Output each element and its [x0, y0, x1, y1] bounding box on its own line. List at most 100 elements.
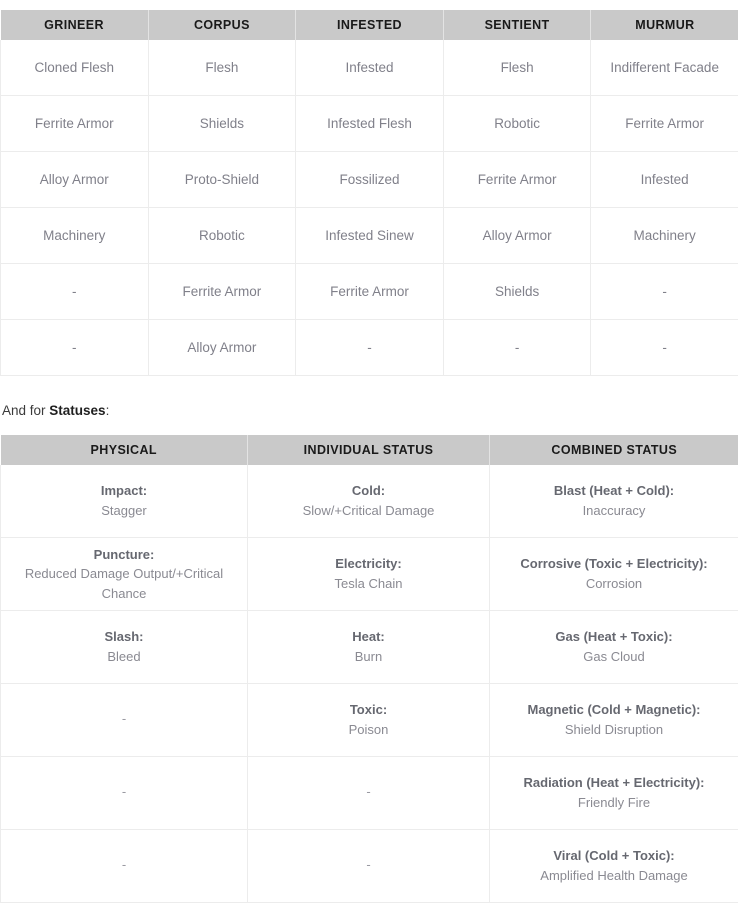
table-cell: - [1, 320, 149, 376]
table-cell: Flesh [148, 40, 296, 96]
table-cell: Cold: Slow/+Critical Damage [248, 465, 490, 538]
table-cell: Machinery [1, 208, 149, 264]
empty-cell-dash: - [9, 783, 239, 802]
paragraph-emphasis: Statuses [49, 403, 105, 418]
column-header-murmur: MURMUR [591, 10, 738, 40]
factions-table-body: Cloned Flesh Flesh Infested Flesh Indiff… [1, 40, 738, 376]
table-cell: Cloned Flesh [1, 40, 149, 96]
table-cell: Electricity: Tesla Chain [248, 537, 490, 610]
status-value: Amplified Health Damage [498, 866, 730, 886]
table-cell: - [248, 756, 490, 829]
status-value: Burn [256, 647, 481, 667]
status-label: Magnetic (Cold + Magnetic): [498, 700, 730, 720]
factions-table-head: GRINEER CORPUS INFESTED SENTIENT MURMUR [1, 10, 738, 40]
table-cell: Robotic [443, 96, 591, 152]
column-header-physical: PHYSICAL [1, 435, 248, 465]
status-effects-table: PHYSICAL INDIVIDUAL STATUS COMBINED STAT… [0, 435, 738, 903]
status-value: Friendly Fire [498, 793, 730, 813]
table-header-row: PHYSICAL INDIVIDUAL STATUS COMBINED STAT… [1, 435, 738, 465]
table-cell: Gas (Heat + Toxic): Gas Cloud [490, 610, 738, 683]
table-row: Alloy Armor Proto-Shield Fossilized Ferr… [1, 152, 738, 208]
table-cell: Viral (Cold + Toxic): Amplified Health D… [490, 829, 738, 902]
column-header-infested: INFESTED [296, 10, 444, 40]
table-cell: Magnetic (Cold + Magnetic): Shield Disru… [490, 683, 738, 756]
status-value: Gas Cloud [498, 647, 730, 667]
table-cell: Infested Sinew [296, 208, 444, 264]
table-cell: - [443, 320, 591, 376]
table-cell: - [591, 320, 738, 376]
table-cell: Proto-Shield [148, 152, 296, 208]
table-row: Slash: Bleed Heat: Burn Gas (Heat + Toxi… [1, 610, 738, 683]
table-row: Puncture: Reduced Damage Output/+Critica… [1, 537, 738, 610]
table-cell: Fossilized [296, 152, 444, 208]
column-header-individual-status: INDIVIDUAL STATUS [248, 435, 490, 465]
table-row: Machinery Robotic Infested Sinew Alloy A… [1, 208, 738, 264]
status-value: Poison [256, 720, 481, 740]
table-cell: Alloy Armor [148, 320, 296, 376]
table-cell: Ferrite Armor [443, 152, 591, 208]
table-row: - Alloy Armor - - - [1, 320, 738, 376]
status-label: Radiation (Heat + Electricity): [498, 773, 730, 793]
table-cell: Flesh [443, 40, 591, 96]
table-cell: Machinery [591, 208, 738, 264]
table-cell: Shields [443, 264, 591, 320]
column-header-combined-status: COMBINED STATUS [490, 435, 738, 465]
table-cell: Shields [148, 96, 296, 152]
table-cell: Slash: Bleed [1, 610, 248, 683]
status-label: Electricity: [256, 554, 481, 574]
paragraph-text-before: And for [2, 403, 49, 418]
status-value: Shield Disruption [498, 720, 730, 740]
empty-cell-dash: - [9, 856, 239, 875]
status-value: Corrosion [498, 574, 730, 594]
status-value: Slow/+Critical Damage [256, 501, 481, 521]
empty-cell-dash: - [256, 856, 481, 875]
table-cell: Corrosive (Toxic + Electricity): Corrosi… [490, 537, 738, 610]
table-cell: Heat: Burn [248, 610, 490, 683]
table-row: Cloned Flesh Flesh Infested Flesh Indiff… [1, 40, 738, 96]
statuses-intro-paragraph: And for Statuses: [2, 402, 738, 421]
status-label: Viral (Cold + Toxic): [498, 846, 730, 866]
table-cell: Impact: Stagger [1, 465, 248, 538]
table-row: Ferrite Armor Shields Infested Flesh Rob… [1, 96, 738, 152]
status-label: Toxic: [256, 700, 481, 720]
column-header-corpus: CORPUS [148, 10, 296, 40]
table-row: - - Radiation (Heat + Electricity): Frie… [1, 756, 738, 829]
table-cell: Radiation (Heat + Electricity): Friendly… [490, 756, 738, 829]
statuses-table-head: PHYSICAL INDIVIDUAL STATUS COMBINED STAT… [1, 435, 738, 465]
table-cell: Blast (Heat + Cold): Inaccuracy [490, 465, 738, 538]
empty-cell-dash: - [256, 783, 481, 802]
table-cell: Alloy Armor [1, 152, 149, 208]
table-cell: Infested [296, 40, 444, 96]
table-cell: Ferrite Armor [591, 96, 738, 152]
table-cell: - [248, 829, 490, 902]
column-header-grineer: GRINEER [1, 10, 149, 40]
table-row: - - Viral (Cold + Toxic): Amplified Heal… [1, 829, 738, 902]
table-row: Impact: Stagger Cold: Slow/+Critical Dam… [1, 465, 738, 538]
table-cell: - [296, 320, 444, 376]
table-cell: - [1, 264, 149, 320]
status-label: Cold: [256, 481, 481, 501]
status-label: Blast (Heat + Cold): [498, 481, 730, 501]
statuses-table-body: Impact: Stagger Cold: Slow/+Critical Dam… [1, 465, 738, 903]
table-cell: - [1, 756, 248, 829]
status-label: Slash: [9, 627, 239, 647]
status-label: Impact: [9, 481, 239, 501]
table-cell: Ferrite Armor [148, 264, 296, 320]
status-label: Heat: [256, 627, 481, 647]
status-label: Corrosive (Toxic + Electricity): [498, 554, 730, 574]
table-cell: Robotic [148, 208, 296, 264]
document-page: GRINEER CORPUS INFESTED SENTIENT MURMUR … [0, 10, 738, 903]
status-value: Reduced Damage Output/+Critical Chance [9, 564, 239, 603]
table-row: - Ferrite Armor Ferrite Armor Shields - [1, 264, 738, 320]
column-header-sentient: SENTIENT [443, 10, 591, 40]
table-cell: Toxic: Poison [248, 683, 490, 756]
status-value: Stagger [9, 501, 239, 521]
table-cell: Infested [591, 152, 738, 208]
status-value: Inaccuracy [498, 501, 730, 521]
table-cell: Indifferent Facade [591, 40, 738, 96]
paragraph-text-after: : [106, 403, 110, 418]
table-cell: - [1, 683, 248, 756]
table-cell: - [1, 829, 248, 902]
status-value: Tesla Chain [256, 574, 481, 594]
status-label: Puncture: [9, 545, 239, 565]
